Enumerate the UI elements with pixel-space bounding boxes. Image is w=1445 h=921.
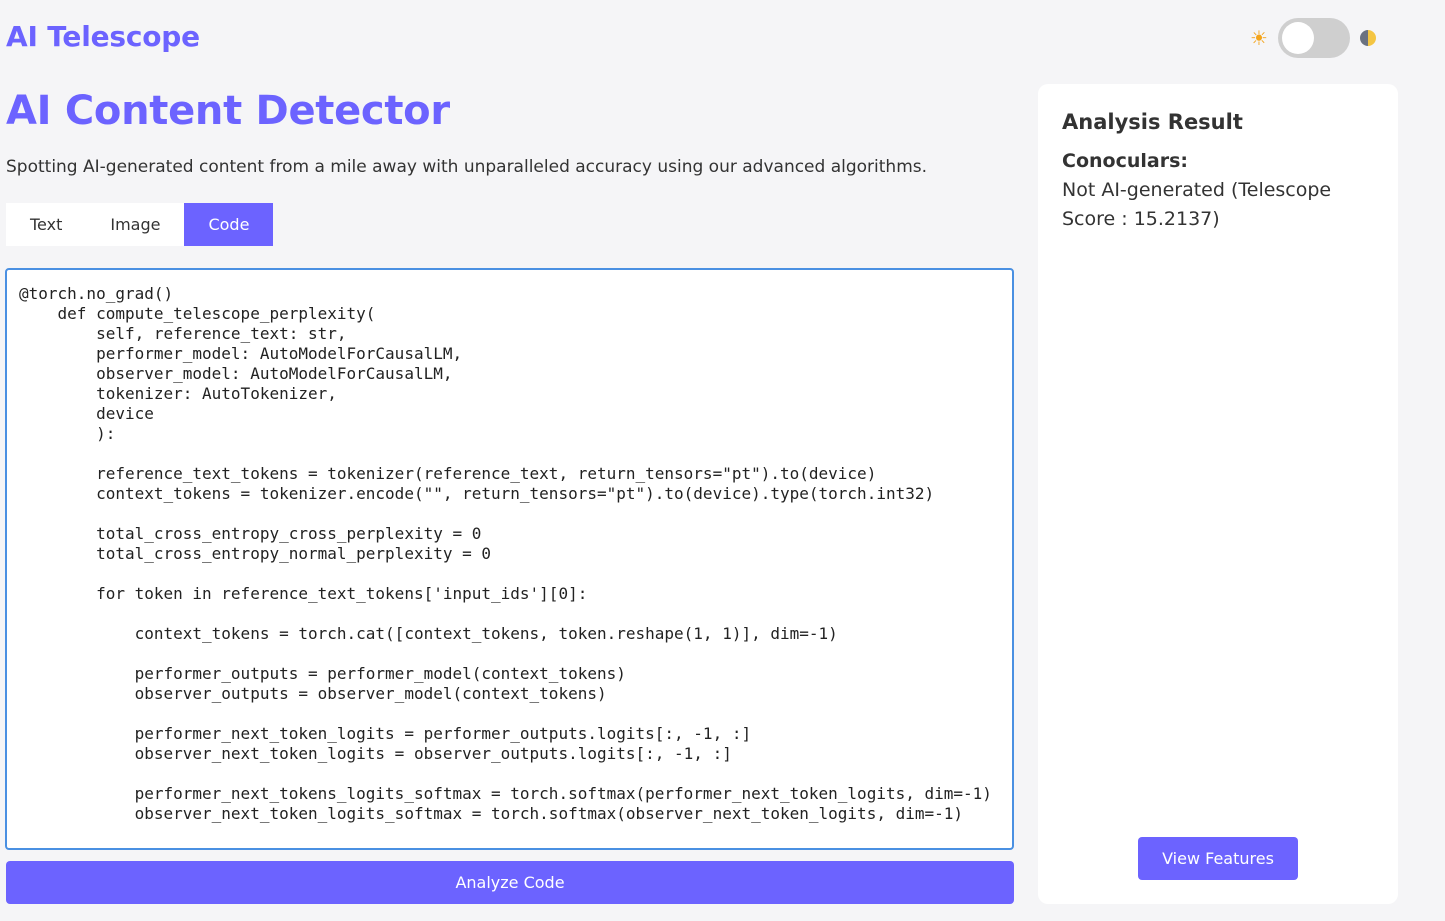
page-title: AI Content Detector: [6, 88, 450, 134]
analyze-code-button[interactable]: Analyze Code: [6, 861, 1014, 904]
theme-switch[interactable]: [1277, 18, 1350, 58]
code-input[interactable]: @torch.no_grad() def compute_telescope_p…: [5, 268, 1014, 850]
sun-icon: ☀: [1250, 26, 1268, 50]
input-type-tabs: Text Image Code: [6, 203, 274, 246]
tab-image[interactable]: Image: [86, 203, 184, 246]
analysis-result-panel: Analysis Result Conoculars: Not AI-gener…: [1038, 84, 1398, 904]
view-features-button[interactable]: View Features: [1138, 837, 1298, 880]
page-subtitle: Spotting AI-generated content from a mil…: [6, 157, 928, 177]
switch-knob: [1281, 22, 1314, 54]
result-model-label: Conoculars:: [1062, 150, 1188, 172]
moon-icon: [1359, 30, 1376, 46]
tab-code[interactable]: Code: [184, 203, 274, 246]
result-verdict: Not AI-generated (Telescope Score : 15.2…: [1062, 179, 1332, 230]
app-title: AI Telescope: [6, 20, 200, 53]
theme-toggle: ☀: [1250, 18, 1376, 58]
result-title: Analysis Result: [1062, 110, 1243, 134]
code-input-text: @torch.no_grad() def compute_telescope_p…: [19, 284, 992, 823]
tab-text[interactable]: Text: [6, 203, 86, 246]
